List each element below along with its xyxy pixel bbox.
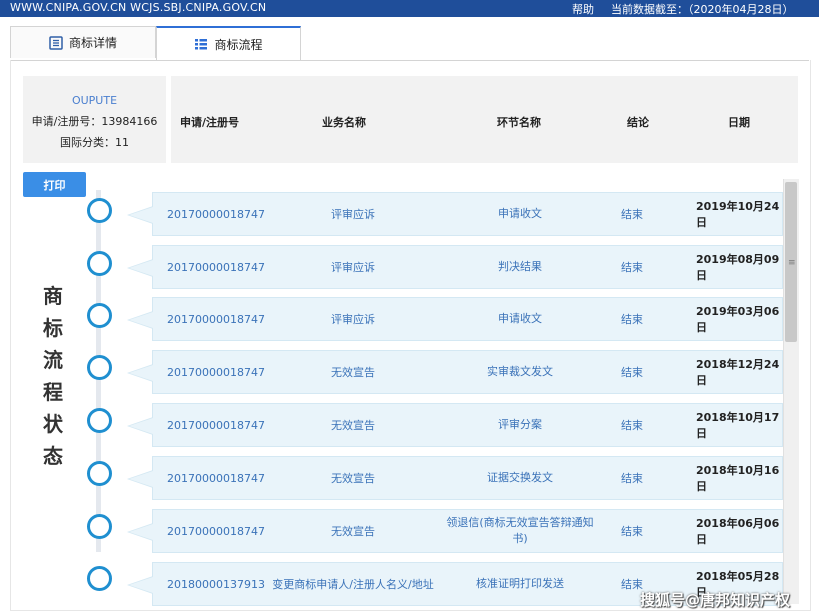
tab-trademark-process[interactable]: 商标流程 bbox=[156, 26, 301, 60]
table-header: 申请/注册号 业务名称 环节名称 结论 日期 bbox=[171, 76, 798, 163]
row-reg-no[interactable]: 20170000018747 bbox=[167, 193, 277, 235]
timeline-node bbox=[87, 461, 112, 486]
header-date: 日期 bbox=[728, 116, 750, 129]
row-business: 无效宣告 bbox=[331, 366, 375, 379]
row-reg-no[interactable]: 20170000018747 bbox=[167, 351, 277, 393]
row-date: 2018年12月24日 bbox=[696, 358, 780, 387]
side-char: 标 bbox=[43, 316, 63, 340]
registration-number: 申请/注册号：13984166 bbox=[31, 115, 158, 128]
header-business: 业务名称 bbox=[322, 116, 366, 129]
table-row[interactable]: 20170000018747 评审应诉 申请收文 结束 2019年03月06日 bbox=[127, 297, 783, 341]
row-step: 评审分案 bbox=[498, 418, 542, 431]
tab-trademark-details[interactable]: 商标详情 bbox=[10, 26, 156, 58]
row-step: 实审裁文发文 bbox=[487, 365, 553, 378]
side-char: 态 bbox=[43, 444, 63, 468]
watermark: 搜狐号@唐邦知识产权 bbox=[640, 591, 791, 609]
row-business: 无效宣告 bbox=[331, 525, 375, 538]
row-reg-no[interactable]: 20180000137913 bbox=[167, 563, 277, 605]
row-step: 领退信(商标无效宣告答辩通知书) bbox=[446, 516, 594, 545]
table-row[interactable]: 20170000018747 无效宣告 证据交换发文 结束 2018年10月16… bbox=[127, 456, 783, 500]
row-business: 评审应诉 bbox=[331, 208, 375, 221]
row-reg-no[interactable]: 20170000018747 bbox=[167, 298, 277, 340]
vertical-scrollbar[interactable]: ≡ bbox=[783, 179, 799, 604]
row-step: 申请收文 bbox=[498, 312, 542, 325]
side-char: 商 bbox=[43, 284, 63, 308]
top-bar: WWW.CNIPA.GOV.CN WCJS.SBJ.CNIPA.GOV.CN 帮… bbox=[0, 0, 819, 17]
row-business: 无效宣告 bbox=[331, 419, 375, 432]
row-business: 评审应诉 bbox=[331, 313, 375, 326]
row-result: 结束 bbox=[621, 208, 643, 221]
row-business: 变更商标申请人/注册人名义/地址 bbox=[272, 578, 434, 591]
timeline-node bbox=[87, 514, 112, 539]
tab-bar: 商标详情 商标流程 bbox=[10, 26, 809, 61]
row-date: 2018年10月16日 bbox=[696, 464, 780, 493]
process-status-label: 商 标 流 程 状 态 bbox=[41, 280, 65, 472]
trademark-name: OUPUTE bbox=[71, 94, 118, 107]
row-date: 2019年03月06日 bbox=[696, 305, 780, 334]
international-class: 国际分类：11 bbox=[60, 136, 129, 149]
side-char: 状 bbox=[43, 412, 63, 436]
header-result: 结论 bbox=[627, 116, 649, 129]
row-date: 2018年10月17日 bbox=[696, 411, 780, 440]
row-date: 2019年10月24日 bbox=[696, 200, 780, 229]
row-result: 结束 bbox=[621, 366, 643, 379]
table-row[interactable]: 20170000018747 无效宣告 领退信(商标无效宣告答辩通知书) 结束 … bbox=[127, 509, 783, 553]
timeline-node bbox=[87, 566, 112, 591]
tab-label: 商标详情 bbox=[68, 36, 117, 50]
row-step: 判决结果 bbox=[498, 260, 542, 273]
timeline-node bbox=[87, 198, 112, 223]
row-business: 无效宣告 bbox=[331, 472, 375, 485]
row-result: 结束 bbox=[621, 419, 643, 432]
tab-label: 商标流程 bbox=[214, 37, 263, 52]
row-result: 结束 bbox=[621, 525, 643, 538]
row-step: 申请收文 bbox=[498, 207, 542, 220]
row-reg-no[interactable]: 20170000018747 bbox=[167, 457, 277, 499]
row-date: 2019年08月09日 bbox=[696, 253, 780, 282]
side-char: 流 bbox=[43, 348, 63, 372]
scrollbar-thumb[interactable]: ≡ bbox=[785, 182, 797, 342]
table-row[interactable]: 20170000018747 评审应诉 申请收文 结束 2019年10月24日 bbox=[127, 192, 783, 236]
site-urls: WWW.CNIPA.GOV.CN WCJS.SBJ.CNIPA.GOV.CN bbox=[10, 1, 267, 14]
document-icon bbox=[49, 35, 63, 50]
row-result: 结束 bbox=[621, 472, 643, 485]
row-step: 证据交换发文 bbox=[487, 471, 553, 484]
header-step: 环节名称 bbox=[497, 116, 541, 129]
row-result: 结束 bbox=[621, 313, 643, 326]
row-reg-no[interactable]: 20170000018747 bbox=[167, 404, 277, 446]
data-date: 当前数据截至：（2020年04月28日） bbox=[611, 3, 794, 16]
help-link[interactable]: 帮助 bbox=[572, 1, 594, 17]
grip-icon: ≡ bbox=[788, 258, 796, 268]
side-char: 程 bbox=[43, 380, 63, 404]
row-result: 结束 bbox=[621, 261, 643, 274]
timeline-node bbox=[87, 251, 112, 276]
print-button[interactable]: 打印 bbox=[23, 172, 86, 197]
timeline-node bbox=[87, 303, 112, 328]
row-step: 核准证明打印发送 bbox=[476, 577, 564, 590]
row-reg-no[interactable]: 20170000018747 bbox=[167, 246, 277, 288]
table-row[interactable]: 20170000018747 无效宣告 实审裁文发文 结束 2018年12月24… bbox=[127, 350, 783, 394]
timeline-node bbox=[87, 355, 112, 380]
row-date: 2018年06月06日 bbox=[696, 517, 780, 546]
row-business: 评审应诉 bbox=[331, 261, 375, 274]
table-row[interactable]: 20170000018747 评审应诉 判决结果 结束 2019年08月09日 bbox=[127, 245, 783, 289]
row-reg-no[interactable]: 20170000018747 bbox=[167, 510, 277, 552]
list-icon bbox=[195, 39, 208, 50]
trademark-info-box: OUPUTE 申请/注册号：13984166 国际分类：11 bbox=[23, 76, 166, 163]
timeline-node bbox=[87, 408, 112, 433]
table-row[interactable]: 20170000018747 无效宣告 评审分案 结束 2018年10月17日 bbox=[127, 403, 783, 447]
header-reg-no: 申请/注册号 bbox=[180, 116, 240, 129]
